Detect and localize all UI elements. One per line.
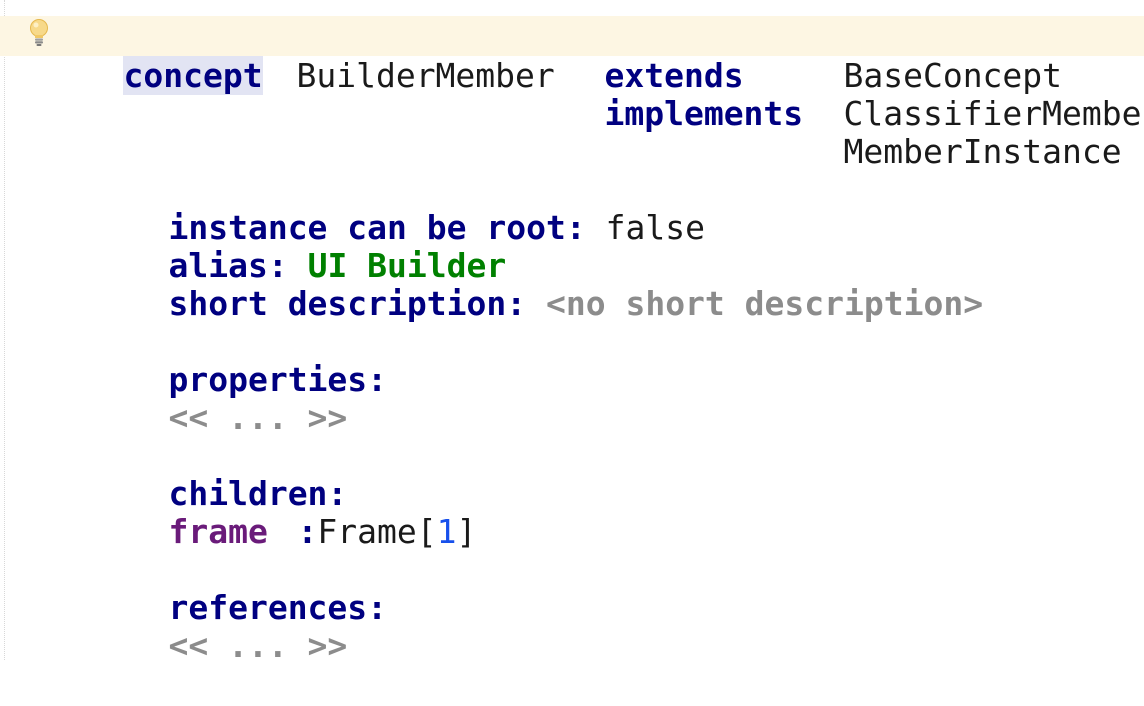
properties-placeholder[interactable]: << ... >>	[168, 398, 347, 437]
properties-header-line: properties:	[89, 320, 387, 399]
concept-name-line: BuilderMember	[217, 16, 554, 95]
concept-name[interactable]: BuilderMember	[296, 56, 554, 95]
short-description-placeholder[interactable]: <no short description>	[546, 284, 983, 323]
cardinality-close-bracket: ]	[456, 512, 477, 551]
child-type-reference[interactable]: Frame	[317, 512, 416, 551]
implements-item-line-1: ClassifierMember	[764, 54, 1144, 133]
short-description-line: short description: <no short description…	[89, 244, 983, 323]
implements-item-line-2: MemberInstance	[764, 92, 1121, 171]
child-type-separator: :	[297, 512, 318, 551]
alias-line: alias: UI Builder	[89, 206, 506, 285]
properties-placeholder-line: << ... >>	[89, 358, 347, 437]
extends-value-line: BaseConcept	[764, 16, 1062, 95]
instance-can-be-root-value[interactable]: false	[606, 208, 705, 247]
child-type-line: :Frame[1]	[218, 472, 476, 551]
cardinality-open-bracket: [	[416, 512, 437, 551]
instance-can-be-root-line: instance can be root: false	[89, 168, 704, 247]
references-placeholder-line: << ... >>	[89, 586, 347, 665]
implements-reference[interactable]: MemberInstance	[843, 132, 1121, 171]
lightbulb-icon[interactable]	[28, 18, 50, 48]
children-header-line: children:	[89, 434, 347, 513]
concept-editor[interactable]: concept BuilderMember extends BaseConcep…	[0, 0, 1144, 665]
references-placeholder[interactable]: << ... >>	[168, 626, 347, 665]
extends-keyword-line: extends	[525, 16, 743, 95]
child-cardinality[interactable]: 1	[437, 512, 457, 551]
editor-gutter-guide	[4, 0, 5, 660]
references-header-line: references:	[89, 548, 387, 627]
short-description-label: short description:	[168, 284, 527, 323]
implements-keyword-line: implements	[525, 54, 803, 133]
